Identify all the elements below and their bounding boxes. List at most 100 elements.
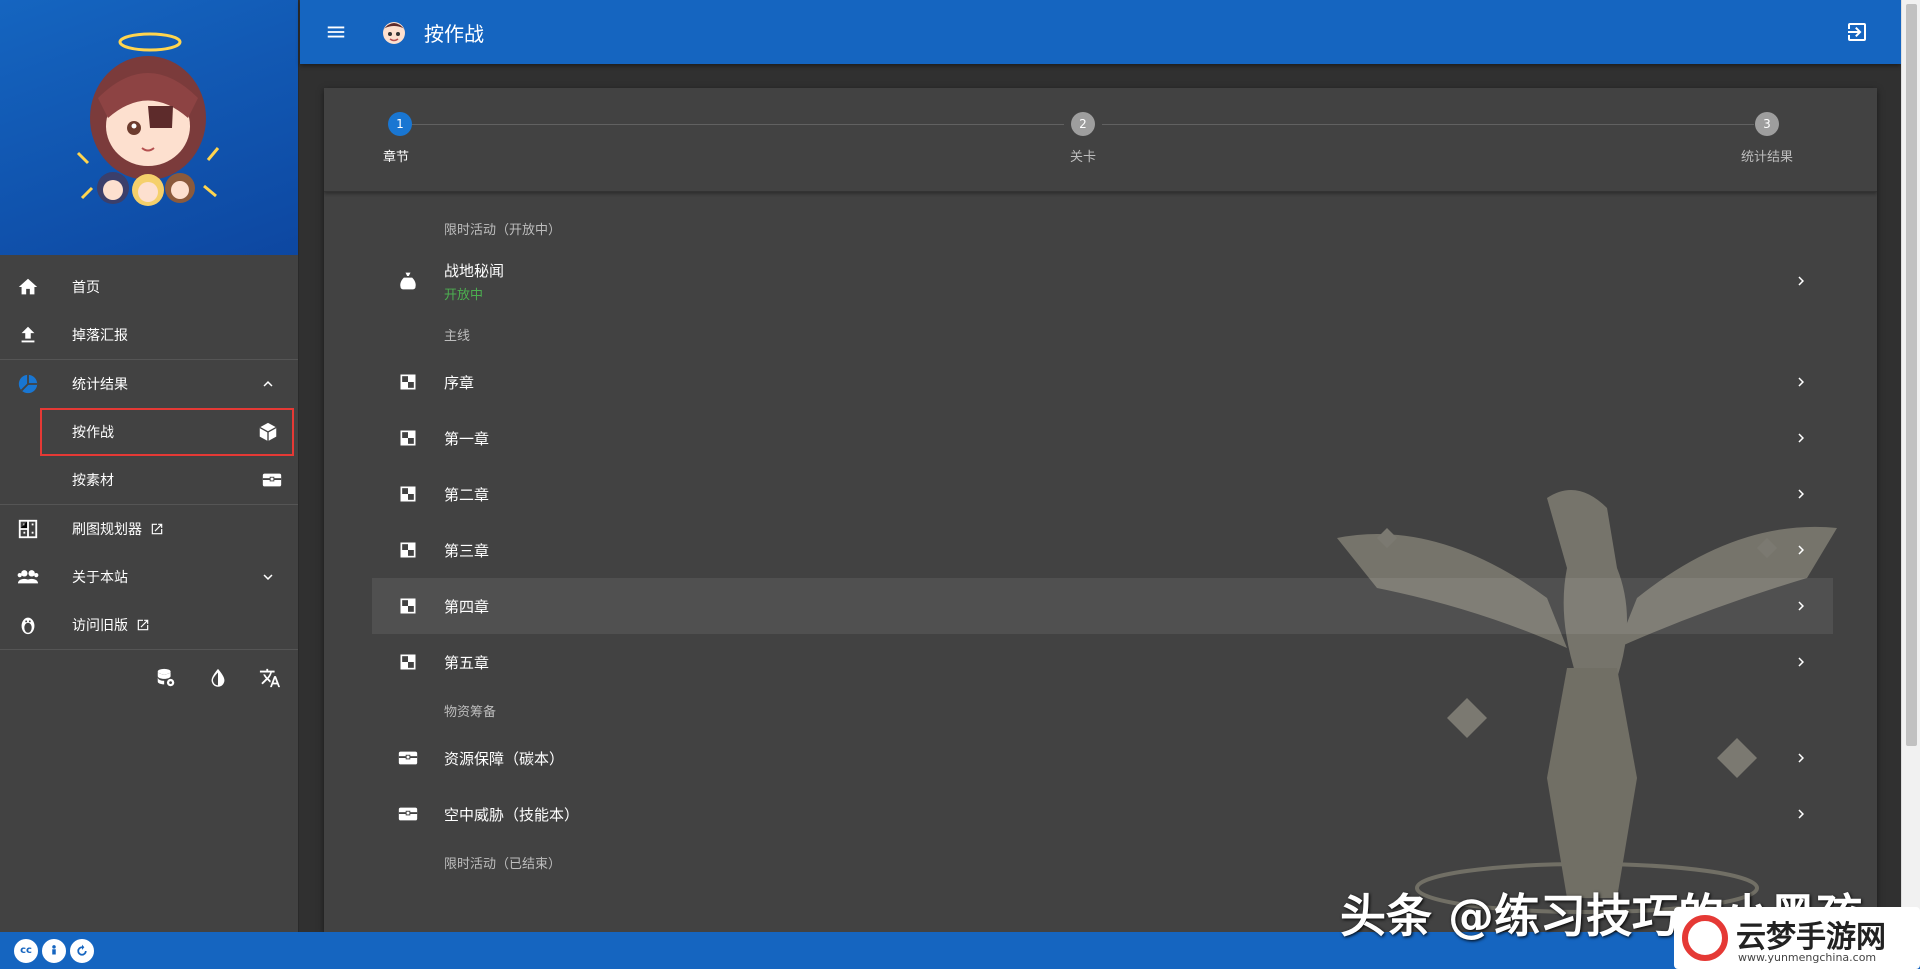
step-chapter[interactable]: 1 章节 — [383, 112, 412, 165]
list-item-label: 资源保障（碳本） — [444, 749, 565, 768]
list-item-label: 序章 — [444, 373, 475, 392]
list-item-zone[interactable]: 序章 — [372, 354, 1833, 410]
open-in-new-icon — [136, 617, 152, 633]
nav-subitem-by-item[interactable]: 按素材 — [0, 456, 298, 504]
step-stage[interactable]: 2 关卡 — [1065, 112, 1101, 165]
chevron-right-icon — [1789, 269, 1813, 293]
nav-item-label: 关于本站 — [72, 570, 128, 586]
nav-item-legacy[interactable]: 访问旧版 — [0, 601, 298, 649]
translate-icon[interactable] — [258, 666, 282, 690]
cc-sa-icon[interactable] — [70, 938, 94, 963]
watermark-logo-url: www.yunmengchina.com — [1738, 951, 1877, 964]
step-label: 统计结果 — [1741, 150, 1794, 165]
treasure-chest-icon — [396, 802, 420, 826]
list-item-zone[interactable]: 战地秘闻 开放中 — [372, 248, 1833, 314]
theme-drop-icon[interactable] — [206, 666, 230, 690]
chevron-right-icon — [1789, 538, 1813, 562]
checker-icon — [396, 538, 420, 562]
watermark-logo-icon — [1682, 915, 1728, 961]
page-title: 按作战 — [424, 21, 484, 46]
list-item-zone[interactable]: 第一章 — [372, 410, 1833, 466]
chevron-right-icon — [1789, 802, 1813, 826]
nav-item-home[interactable]: 首页 — [0, 263, 298, 311]
step-label: 关卡 — [1069, 150, 1096, 165]
treasure-chest-icon — [260, 468, 284, 492]
nav-item-label: 按素材 — [72, 473, 114, 489]
list-item-label: 第五章 — [444, 653, 490, 672]
chevron-right-icon — [1789, 594, 1813, 618]
scrollbar-thumb[interactable] — [1906, 4, 1917, 746]
avatar — [378, 16, 410, 48]
list-item-zone[interactable]: 第二章 — [372, 466, 1833, 522]
chevron-up-icon[interactable] — [256, 372, 280, 396]
list-item-label: 战地秘闻 — [444, 261, 505, 280]
checker-icon — [396, 594, 420, 618]
nav-item-about[interactable]: 关于本站 — [0, 553, 298, 601]
watermark-logo-text: 云梦手游网 — [1736, 920, 1886, 955]
step-label: 章节 — [383, 150, 410, 165]
list-item-zone[interactable]: 空中威胁（技能本） — [372, 786, 1833, 842]
database-settings-icon[interactable] — [154, 666, 178, 690]
list-item-label: 空中威胁（技能本） — [444, 805, 580, 824]
upload-icon — [16, 323, 40, 347]
nav-item-statistics[interactable]: 统计结果 — [0, 360, 298, 408]
page-scrollbar[interactable] — [1901, 0, 1920, 932]
step-number: 1 — [388, 112, 412, 136]
app-bar: 按作战 — [300, 0, 1901, 64]
chevron-right-icon — [1789, 746, 1813, 770]
status-badge: 开放中 — [444, 287, 484, 303]
pie-chart-icon — [16, 372, 40, 396]
step-number: 3 — [1755, 112, 1779, 136]
chevron-right-icon — [1789, 650, 1813, 674]
hamburger-menu-icon[interactable] — [324, 20, 348, 44]
nav-item-planner[interactable]: 刷图规划器 — [0, 505, 298, 553]
cc-icon[interactable]: cc — [14, 938, 38, 963]
home-icon — [16, 275, 40, 299]
chevron-right-icon — [1789, 482, 1813, 506]
penguin-icon — [16, 613, 40, 637]
list-item-zone[interactable]: 第三章 — [372, 522, 1833, 578]
stepper: 1 章节 2 关卡 3 统计结果 — [324, 88, 1877, 192]
drawer-toolbar — [0, 650, 298, 690]
logout-icon[interactable] — [1845, 20, 1869, 44]
checker-icon — [396, 650, 420, 674]
nav-item-label: 掉落汇报 — [72, 328, 128, 344]
navigation-drawer: 首页 掉落汇报 统计结果 按作战 按素材 刷图规划器 关于本站 访问旧版 — [0, 0, 299, 932]
list-item-label: 第二章 — [444, 485, 490, 504]
nav-item-label: 刷图规划器 — [72, 522, 142, 538]
list-item-zone[interactable]: 第五章 — [372, 634, 1833, 690]
step-results[interactable]: 3 统计结果 — [1741, 112, 1793, 165]
stepper-connector — [412, 124, 1064, 125]
chapter-list: 限时活动（开放中） 战地秘闻 开放中 主线 序章 第一章 第二章 第三章 第四章… — [372, 208, 1833, 882]
treasure-chest-icon — [396, 746, 420, 770]
checker-icon — [396, 426, 420, 450]
stepper-connector — [1102, 124, 1754, 125]
nav-item-label: 首页 — [72, 280, 100, 296]
list-item-zone[interactable]: 资源保障（碳本） — [372, 730, 1833, 786]
cube-icon — [256, 420, 280, 444]
list-item-zone[interactable]: 第四章 — [372, 578, 1833, 634]
nav-item-label: 访问旧版 — [72, 618, 128, 634]
step-number: 2 — [1071, 112, 1095, 136]
open-in-new-icon — [150, 521, 166, 537]
nav-item-report[interactable]: 掉落汇报 — [0, 311, 298, 359]
section-header: 主线 — [444, 328, 471, 344]
section-header: 限时活动（已结束） — [444, 856, 562, 872]
section-header: 物资筹备 — [444, 704, 497, 720]
list-item-label: 第一章 — [444, 429, 490, 448]
list-item-label: 第四章 — [444, 597, 490, 616]
cc-by-icon[interactable] — [42, 938, 66, 963]
chevron-right-icon — [1789, 370, 1813, 394]
list-item-label: 第三章 — [444, 541, 490, 560]
stage-selector-card: 1 章节 2 关卡 3 统计结果 限时活动（开放中） 战地秘闻 开放中 主线 序… — [324, 88, 1877, 932]
drawer-header-banner — [0, 0, 298, 255]
checker-icon — [396, 482, 420, 506]
chevron-down-icon[interactable] — [256, 565, 280, 589]
people-icon — [16, 565, 40, 589]
money-bag-icon — [396, 269, 420, 293]
nav-subitem-by-stage[interactable]: 按作战 — [40, 408, 294, 456]
chevron-right-icon — [1789, 426, 1813, 450]
checker-icon — [396, 370, 420, 394]
section-header: 限时活动（开放中） — [444, 222, 562, 238]
nav-item-label: 统计结果 — [72, 377, 128, 393]
